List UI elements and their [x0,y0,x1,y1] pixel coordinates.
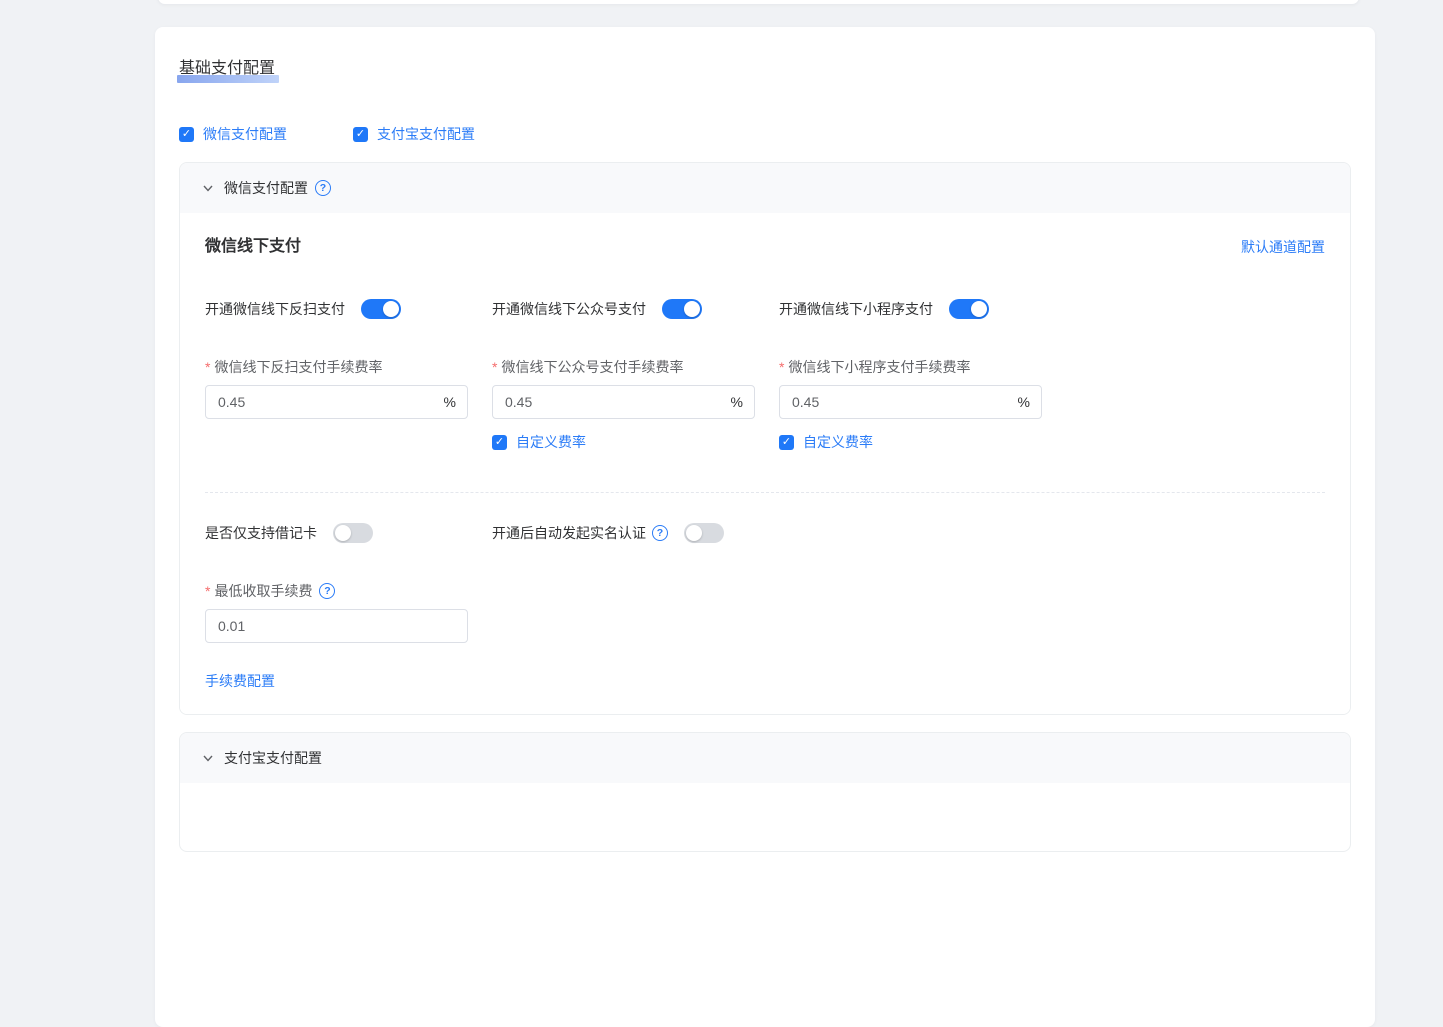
field-label: *微信线下公众号支付手续费率 [492,357,779,377]
options-toggle-row: 是否仅支持借记卡 开通后自动发起实名认证 ? [205,523,1325,543]
required-mark: * [492,359,497,375]
rate-field-reverse-scan: *微信线下反扫支付手续费率 % [205,357,492,452]
offline-pay-section-row: 微信线下支付 默认通道配置 [205,235,1325,259]
top-card-edge [157,0,1360,5]
reverse-scan-rate-input[interactable] [205,385,468,419]
toggle-official-account-pay[interactable] [662,299,702,319]
help-icon[interactable]: ? [315,180,331,196]
page-title: 基础支付配置 [179,58,275,80]
fee-config-link[interactable]: 手续费配置 [205,671,275,691]
checkbox-checked-icon[interactable]: ✓ [492,435,507,450]
toggle-knob [684,301,700,317]
toggle-label: 开通后自动发起实名认证 [492,523,646,543]
toggle-debit-card-only[interactable] [333,523,373,543]
toggle-label: 是否仅支持借记卡 [205,523,317,543]
rate-field-mini-program: *微信线下小程序支付手续费率 % ✓ 自定义费率 [779,357,1066,452]
payment-config-card: 基础支付配置 ✓ 微信支付配置 ✓ 支付宝支付配置 微信支付配置 ? 微信线下支… [155,27,1375,1027]
field-label: *最低收取手续费 [205,581,312,601]
wechat-panel-body: 微信线下支付 默认通道配置 开通微信线下反扫支付 开通微信线下公众号支付 [180,213,1350,714]
alipay-panel-header[interactable]: 支付宝支付配置 [180,733,1350,783]
checkbox-checked-icon[interactable]: ✓ [353,127,368,142]
checkbox-label: 支付宝支付配置 [377,124,475,144]
panel-header-label: 微信支付配置 [224,178,308,198]
dashed-divider [205,492,1325,493]
toggle-reverse-scan-pay[interactable] [361,299,401,319]
rate-input-wrap: % [779,385,1042,419]
required-mark: * [205,583,210,599]
toggle-knob [383,301,399,317]
chevron-down-icon [202,182,214,194]
page-title-wrap: 基础支付配置 [179,58,275,80]
toggle-knob [335,525,351,541]
enable-toggles-row: 开通微信线下反扫支付 开通微信线下公众号支付 开通微信线下小程序支付 [205,299,1325,319]
field-label: *微信线下小程序支付手续费率 [779,357,1066,377]
payment-type-checkbox-row: ✓ 微信支付配置 ✓ 支付宝支付配置 [179,124,1351,144]
min-fee-label-row: *最低收取手续费 ? [205,581,1325,601]
min-fee-input-wrap [205,609,468,643]
official-account-rate-input[interactable] [492,385,755,419]
checkbox-label: 自定义费率 [803,432,873,452]
toggle-group-realname-auth: 开通后自动发起实名认证 ? [492,523,724,543]
offline-pay-section-title: 微信线下支付 [205,235,301,259]
checkbox-label: 自定义费率 [516,432,586,452]
toggle-label: 开通微信线下反扫支付 [205,299,345,319]
required-mark: * [779,359,784,375]
default-channel-config-link[interactable]: 默认通道配置 [1241,237,1325,257]
help-icon[interactable]: ? [652,525,668,541]
help-icon[interactable]: ? [319,583,335,599]
rate-input-wrap: % [492,385,755,419]
toggle-mini-program-pay[interactable] [949,299,989,319]
mini-program-rate-input[interactable] [779,385,1042,419]
chevron-down-icon [202,752,214,764]
checkbox-checked-icon[interactable]: ✓ [179,127,194,142]
alipay-pay-config-panel: 支付宝支付配置 [179,732,1351,852]
field-label: *微信线下反扫支付手续费率 [205,357,492,377]
toggle-label: 开通微信线下公众号支付 [492,299,646,319]
toggle-knob [971,301,987,317]
toggle-group-official-account: 开通微信线下公众号支付 [492,299,779,319]
custom-rate-checkbox-mini-program[interactable]: ✓ 自定义费率 [779,432,1066,452]
checkbox-label: 微信支付配置 [203,124,287,144]
checkbox-checked-icon[interactable]: ✓ [779,435,794,450]
checkbox-wechat-pay-config[interactable]: ✓ 微信支付配置 [179,124,287,144]
wechat-pay-config-panel: 微信支付配置 ? 微信线下支付 默认通道配置 开通微信线下反扫支付 开通微信线下… [179,162,1351,715]
toggle-group-reverse-scan: 开通微信线下反扫支付 [205,299,492,319]
toggle-knob [686,525,702,541]
rate-fields-row: *微信线下反扫支付手续费率 % *微信线下公众号支付手续费率 % ✓ 自定义费率 [205,357,1325,452]
toggle-group-mini-program: 开通微信线下小程序支付 [779,299,1066,319]
min-fee-input[interactable] [205,609,468,643]
rate-field-official-account: *微信线下公众号支付手续费率 % ✓ 自定义费率 [492,357,779,452]
wechat-panel-header[interactable]: 微信支付配置 ? [180,163,1350,213]
toggle-group-debit-only: 是否仅支持借记卡 [205,523,492,543]
rate-input-wrap: % [205,385,468,419]
required-mark: * [205,359,210,375]
toggle-auto-realname-auth[interactable] [684,523,724,543]
panel-header-label: 支付宝支付配置 [224,748,322,768]
toggle-label: 开通微信线下小程序支付 [779,299,933,319]
checkbox-alipay-pay-config[interactable]: ✓ 支付宝支付配置 [353,124,475,144]
custom-rate-checkbox-official[interactable]: ✓ 自定义费率 [492,432,779,452]
